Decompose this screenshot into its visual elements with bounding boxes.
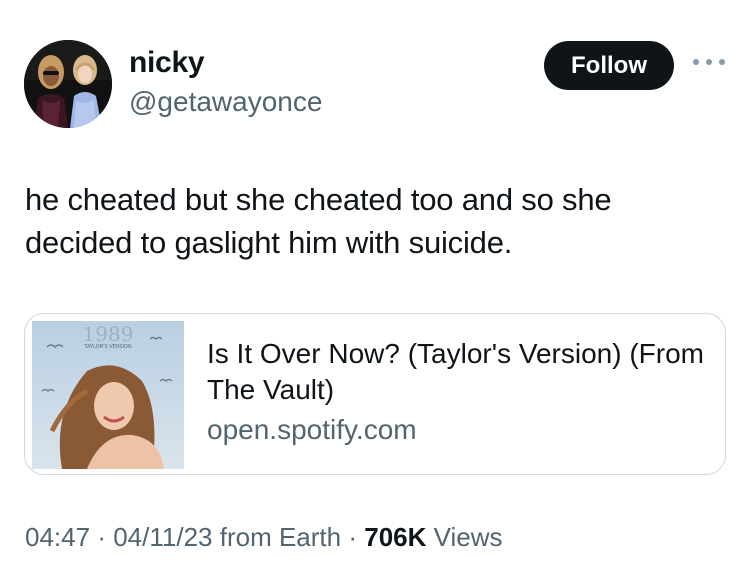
link-card[interactable]: 1989 TAYLOR'S VERSION Is It Over Now? (T… — [24, 313, 726, 475]
more-horizontal-icon[interactable] — [693, 52, 725, 72]
link-card-domain: open.spotify.com — [207, 414, 417, 445]
tweet-meta: 04:47 · 04/11/23 from Earth · 706K Views — [25, 522, 503, 553]
avatar-image — [24, 40, 112, 128]
tweet-time[interactable]: 04:47 — [25, 522, 90, 552]
follow-button[interactable]: Follow — [544, 41, 674, 90]
album-title-text: 1989 — [83, 322, 134, 346]
more-dot — [706, 59, 712, 65]
author-display-name[interactable]: nicky — [129, 46, 205, 80]
more-dot — [693, 59, 699, 65]
album-subtitle-text: TAYLOR'S VERSION — [83, 344, 132, 350]
tweet-source: from Earth — [219, 522, 342, 552]
tweet-date[interactable]: 04/11/23 — [113, 522, 212, 552]
views-label: Views — [433, 522, 503, 552]
avatar[interactable] — [24, 40, 112, 128]
more-dot — [719, 59, 725, 65]
author-handle[interactable]: @getawayonce — [129, 86, 322, 118]
views-count[interactable]: 706K — [364, 522, 426, 552]
tweet-text: he cheated but she cheated too and so sh… — [25, 182, 612, 260]
link-card-title: Is It Over Now? (Taylor's Version) (From… — [207, 338, 704, 405]
album-cover-thumbnail: 1989 TAYLOR'S VERSION — [32, 321, 184, 469]
meta-separator: · — [97, 522, 106, 552]
meta-separator: · — [348, 522, 358, 552]
